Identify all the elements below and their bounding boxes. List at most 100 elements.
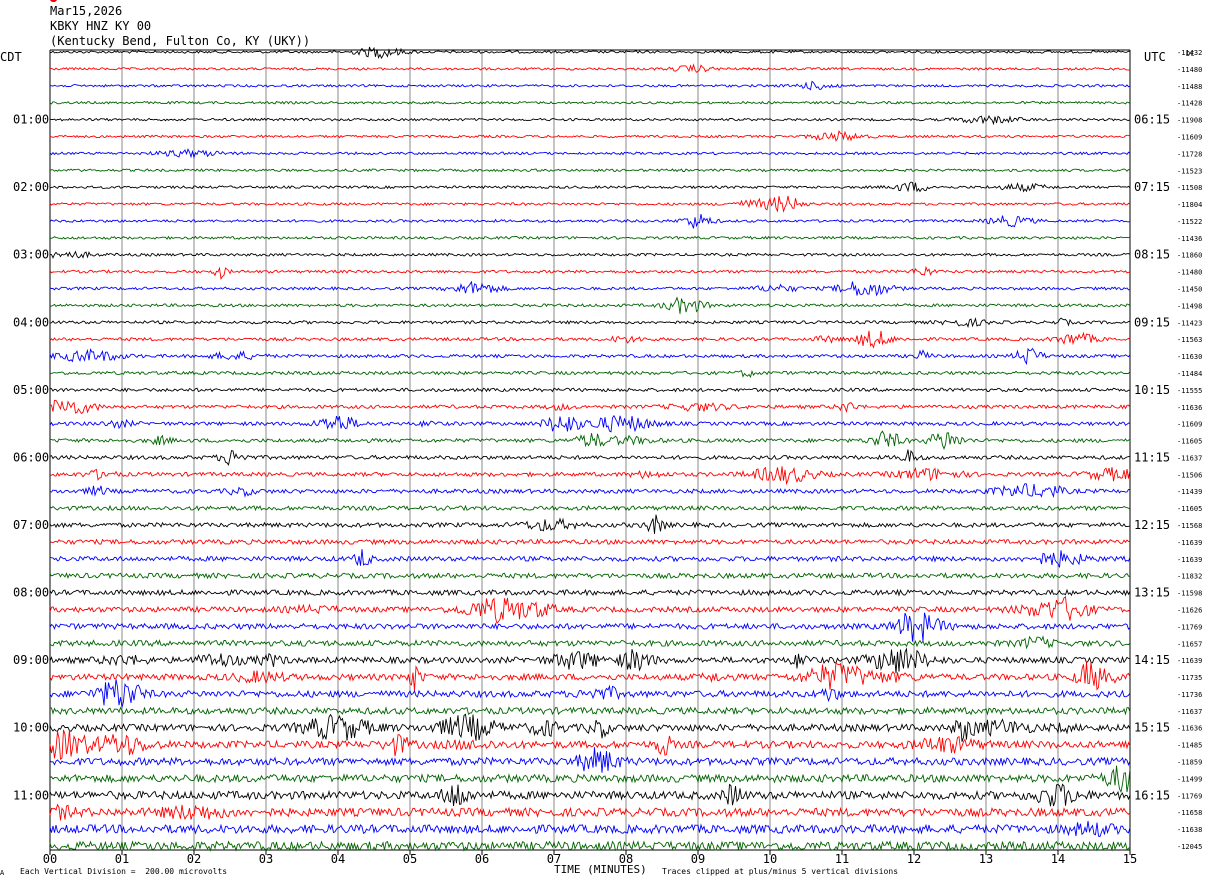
dc-offset-label: -11860 xyxy=(1177,252,1202,260)
seismic-trace xyxy=(49,181,1131,193)
seismic-trace xyxy=(49,466,1131,486)
left-hour-label: 01:00 xyxy=(13,113,49,127)
seismic-trace xyxy=(49,747,1131,773)
seismic-trace xyxy=(49,130,1131,142)
seismic-trace xyxy=(49,713,1131,742)
right-hour-label: 16:15 xyxy=(1134,788,1170,802)
dc-offset-label: -11480 xyxy=(1177,269,1202,277)
seismic-trace xyxy=(49,369,1131,379)
dc-offset-label: -11605 xyxy=(1177,438,1202,446)
seismic-trace xyxy=(49,399,1131,415)
seismic-trace xyxy=(49,235,1131,240)
dc-offset-label: -11432 xyxy=(1177,49,1202,57)
left-hour-label: 07:00 xyxy=(13,518,49,532)
x-axis-label: TIME (MINUTES) xyxy=(554,863,647,876)
seismic-trace xyxy=(49,504,1131,512)
seismic-trace xyxy=(49,330,1131,349)
seismic-trace xyxy=(49,679,1131,708)
dc-offset-label: -12045 xyxy=(1177,843,1202,851)
x-tick-label: 15 xyxy=(1123,852,1137,866)
x-tick-label: 01 xyxy=(115,852,129,866)
seismic-trace xyxy=(49,803,1131,821)
dc-offset-label: -11609 xyxy=(1177,133,1202,141)
dc-offset-label: -11639 xyxy=(1177,539,1202,547)
x-tick-label: 09 xyxy=(691,852,705,866)
seismic-trace xyxy=(49,595,1131,625)
right-hour-label: 09:15 xyxy=(1134,315,1170,329)
dc-offset-label: -11636 xyxy=(1177,725,1202,733)
left-hour-label: 08:00 xyxy=(13,586,49,600)
right-hour-label: 06:15 xyxy=(1134,113,1170,127)
dc-offset-label: -11637 xyxy=(1177,454,1202,462)
seismic-traces xyxy=(49,46,1131,853)
x-tick-label: 11 xyxy=(835,852,849,866)
seismic-trace xyxy=(49,317,1131,328)
x-tick-label: 05 xyxy=(403,852,417,866)
seismic-trace xyxy=(49,347,1131,366)
seismic-trace xyxy=(49,635,1131,650)
x-tick-label: 02 xyxy=(187,852,201,866)
dc-offset-label: -11485 xyxy=(1177,742,1202,750)
seismogram-plot: 01:00 02:00 03:00 04:00 05:00 06:00 07:00 08:00… xyxy=(13,46,1202,866)
seismic-trace xyxy=(49,114,1131,126)
dc-offset-label: -11769 xyxy=(1177,623,1202,631)
seismic-trace xyxy=(49,840,1131,853)
clip-note: Traces clipped at plus/minus 5 vertical … xyxy=(662,867,899,876)
dc-offset-labels: -11432 -11480 -11488 -11428 -11908 -11609 -117… xyxy=(1177,49,1202,851)
dc-offset-label: -11638 xyxy=(1177,826,1202,834)
seismic-trace xyxy=(49,265,1131,281)
right-hour-label: 11:15 xyxy=(1134,450,1170,464)
seismic-trace xyxy=(49,661,1131,691)
dc-offset-label: -11908 xyxy=(1177,117,1202,125)
x-tick-label: 13 xyxy=(979,852,993,866)
seismic-trace xyxy=(49,549,1131,568)
dc-offset-label: -11423 xyxy=(1177,319,1202,327)
scale-note: Each Vertical Division = 200.00 microvol… xyxy=(20,867,228,876)
seismic-trace xyxy=(49,705,1131,716)
dc-offset-label: -11598 xyxy=(1177,590,1202,598)
dc-offset-label: -11499 xyxy=(1177,775,1202,783)
dc-offset-label: -11436 xyxy=(1177,235,1202,243)
dc-offset-label: -11450 xyxy=(1177,286,1202,294)
right-hour-label: 10:15 xyxy=(1134,383,1170,397)
x-tick-label: 03 xyxy=(259,852,273,866)
right-hour-label: 14:15 xyxy=(1134,653,1170,667)
x-tick-label: 00 xyxy=(43,852,57,866)
dc-offset-label: -11609 xyxy=(1177,421,1202,429)
dc-offset-label: -11522 xyxy=(1177,218,1202,226)
x-tick-label: 14 xyxy=(1051,852,1065,866)
dc-offset-label: -11605 xyxy=(1177,505,1202,513)
seismic-trace xyxy=(49,783,1131,807)
dc-offset-label: -11480 xyxy=(1177,66,1202,74)
dc-offset-label: -11563 xyxy=(1177,336,1202,344)
seismic-trace xyxy=(49,214,1131,229)
dc-offset-label: -11657 xyxy=(1177,640,1202,648)
seismic-trace xyxy=(49,100,1131,105)
dc-offset-label: -11736 xyxy=(1177,691,1202,699)
seismic-trace xyxy=(49,538,1131,546)
dc-offset-label: -11555 xyxy=(1177,387,1202,395)
dc-offset-label: -11728 xyxy=(1177,150,1202,158)
right-hour-label: 15:15 xyxy=(1134,721,1170,735)
seismic-trace xyxy=(49,63,1131,73)
dc-offset-label: -11832 xyxy=(1177,573,1202,581)
x-tick-label: 06 xyxy=(475,852,489,866)
dc-offset-label: -11630 xyxy=(1177,353,1202,361)
dc-offset-label: -11488 xyxy=(1177,83,1202,91)
left-hour-label: 02:00 xyxy=(13,180,49,194)
dc-offset-label: -11568 xyxy=(1177,522,1202,530)
x-tick-label: 04 xyxy=(331,852,345,866)
seismic-trace xyxy=(49,449,1131,466)
seismic-trace xyxy=(49,195,1131,213)
seismic-trace xyxy=(49,612,1131,642)
dc-offset-label: -11428 xyxy=(1177,100,1202,108)
seismic-trace xyxy=(49,514,1131,534)
corner-mark: A xyxy=(0,869,5,877)
dc-offset-label: -11626 xyxy=(1177,606,1202,614)
dc-offset-label: -11439 xyxy=(1177,488,1202,496)
dc-offset-label: -11769 xyxy=(1177,792,1202,800)
right-hour-label: 07:15 xyxy=(1134,180,1170,194)
left-hour-label: 03:00 xyxy=(13,248,49,262)
dc-offset-label: -11658 xyxy=(1177,809,1202,817)
dc-offset-label: -11639 xyxy=(1177,556,1202,564)
